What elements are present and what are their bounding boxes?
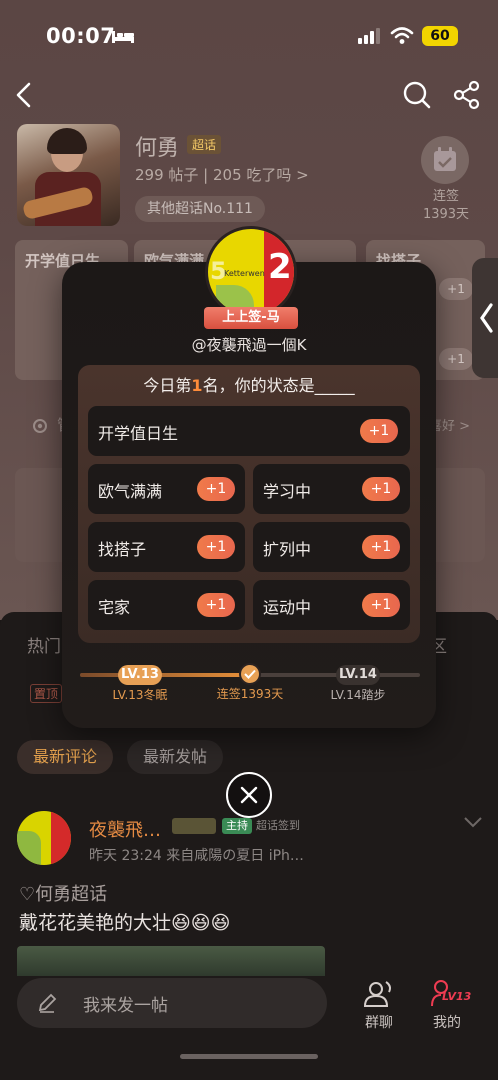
status-bar: 00:07 60 <box>0 0 498 74</box>
home-indicator <box>180 1054 318 1059</box>
status-option[interactable]: 宅家 +1 <box>88 580 245 630</box>
chevron-left-icon <box>480 303 493 333</box>
chevron-down-icon[interactable] <box>462 815 484 829</box>
share-icon[interactable] <box>452 80 482 110</box>
avatar-text-brand: Ketterwen <box>224 269 265 278</box>
plus-one-badge: +1 <box>362 477 400 501</box>
plus-one-badge: +1 <box>362 535 400 559</box>
close-dialog-button[interactable] <box>226 772 272 818</box>
host-badge: 主持 <box>222 818 252 834</box>
current-level-badge: LV.13 <box>118 665 162 685</box>
post-topic-link[interactable]: ♡何勇超话 <box>19 880 107 906</box>
status-option[interactable]: 欧气满满 +1 <box>88 464 245 514</box>
status-option[interactable]: 学习中 +1 <box>253 464 410 514</box>
streak-label: 连签1393天 <box>216 687 284 701</box>
post-body: 戴花花美艳的大壮😆😆😆 <box>19 912 231 934</box>
topic-name: 何勇 <box>135 136 180 161</box>
avatar-text-right: 2 <box>268 247 292 287</box>
next-level-badge: LV.14 <box>336 665 380 685</box>
topic-avatar[interactable] <box>17 124 120 226</box>
plus-one-badge: +1 <box>362 593 400 617</box>
side-drawer-handle[interactable] <box>472 258 498 378</box>
level-progress-fill <box>80 673 250 677</box>
status-option[interactable]: 扩列中 +1 <box>253 522 410 572</box>
checkin-calendar-icon[interactable] <box>421 136 469 184</box>
bg-plus-badge: +1 <box>439 278 473 300</box>
user-level-badge <box>172 818 216 834</box>
plus-one-badge: +1 <box>197 535 235 559</box>
tab-latest-comment[interactable]: 最新评论 <box>17 740 114 774</box>
battery-indicator: 60 <box>422 26 458 46</box>
group-chat-button[interactable]: 群聊 <box>356 976 402 1036</box>
sleep-mode-icon <box>112 31 134 43</box>
group-chat-label: 群聊 <box>365 1015 393 1031</box>
plus-one-badge: +1 <box>360 419 398 443</box>
post-author-name[interactable]: 夜襲飛… <box>89 816 161 842</box>
wifi-icon <box>390 27 414 44</box>
status-option[interactable]: 开学值日生 +1 <box>88 406 410 456</box>
post-image[interactable] <box>17 946 325 976</box>
checkin-streak: 连签 1393天 <box>422 189 470 222</box>
mine-level-badge: LV13 <box>442 990 472 1003</box>
mine-button[interactable]: LV13 我的 <box>420 976 476 1036</box>
dialog-user-avatar: 5 2 Ketterwen <box>205 226 297 318</box>
post-meta: 昨天 23:24 来自咸陽の夏日 iPh… <box>89 848 304 864</box>
tab-latest-post[interactable]: 最新发帖 <box>127 740 224 774</box>
status-option[interactable]: 运动中 +1 <box>253 580 410 630</box>
super-topic-tag: 超话 <box>187 135 222 154</box>
plus-one-badge: +1 <box>197 477 235 501</box>
compose-placeholder: 我来发一帖 <box>83 996 168 1016</box>
checkin-progress-marker <box>239 663 261 685</box>
compose-post-input[interactable]: 我来发一帖 <box>17 978 327 1028</box>
status-question: 今日第1名，你的状态是_____ <box>143 376 355 395</box>
check-icon <box>244 669 256 679</box>
status-option[interactable]: 找搭子 +1 <box>88 522 245 572</box>
back-icon[interactable] <box>10 80 40 110</box>
close-icon <box>240 786 258 804</box>
checkin-badge: 超话签到 <box>256 819 300 832</box>
gear-icon <box>33 419 47 433</box>
status-time: 00:07 <box>46 24 116 48</box>
bg-plus-badge: +1 <box>439 348 473 370</box>
mine-label: 我的 <box>433 1015 461 1031</box>
plus-one-badge: +1 <box>197 593 235 617</box>
tab-hot[interactable]: 热门 <box>27 632 61 657</box>
pinned-badge: 置顶 <box>30 684 63 703</box>
topic-rank-pill[interactable]: 其他超话No.111 <box>135 196 265 222</box>
group-chat-icon <box>363 981 391 1007</box>
current-level-label: LV.13冬眠 <box>112 688 168 702</box>
post-author-avatar[interactable] <box>17 811 71 865</box>
search-icon[interactable] <box>402 80 432 110</box>
fortune-ribbon: 上上签-马 <box>204 307 298 329</box>
cellular-signal-icon <box>358 28 380 44</box>
pencil-icon <box>38 993 57 1013</box>
dialog-username: @夜襲飛過一個K <box>191 336 307 354</box>
next-level-label: LV.14踏步 <box>330 688 386 702</box>
topic-stats[interactable]: 299 帖子 | 205 吃了吗 > <box>135 164 309 185</box>
